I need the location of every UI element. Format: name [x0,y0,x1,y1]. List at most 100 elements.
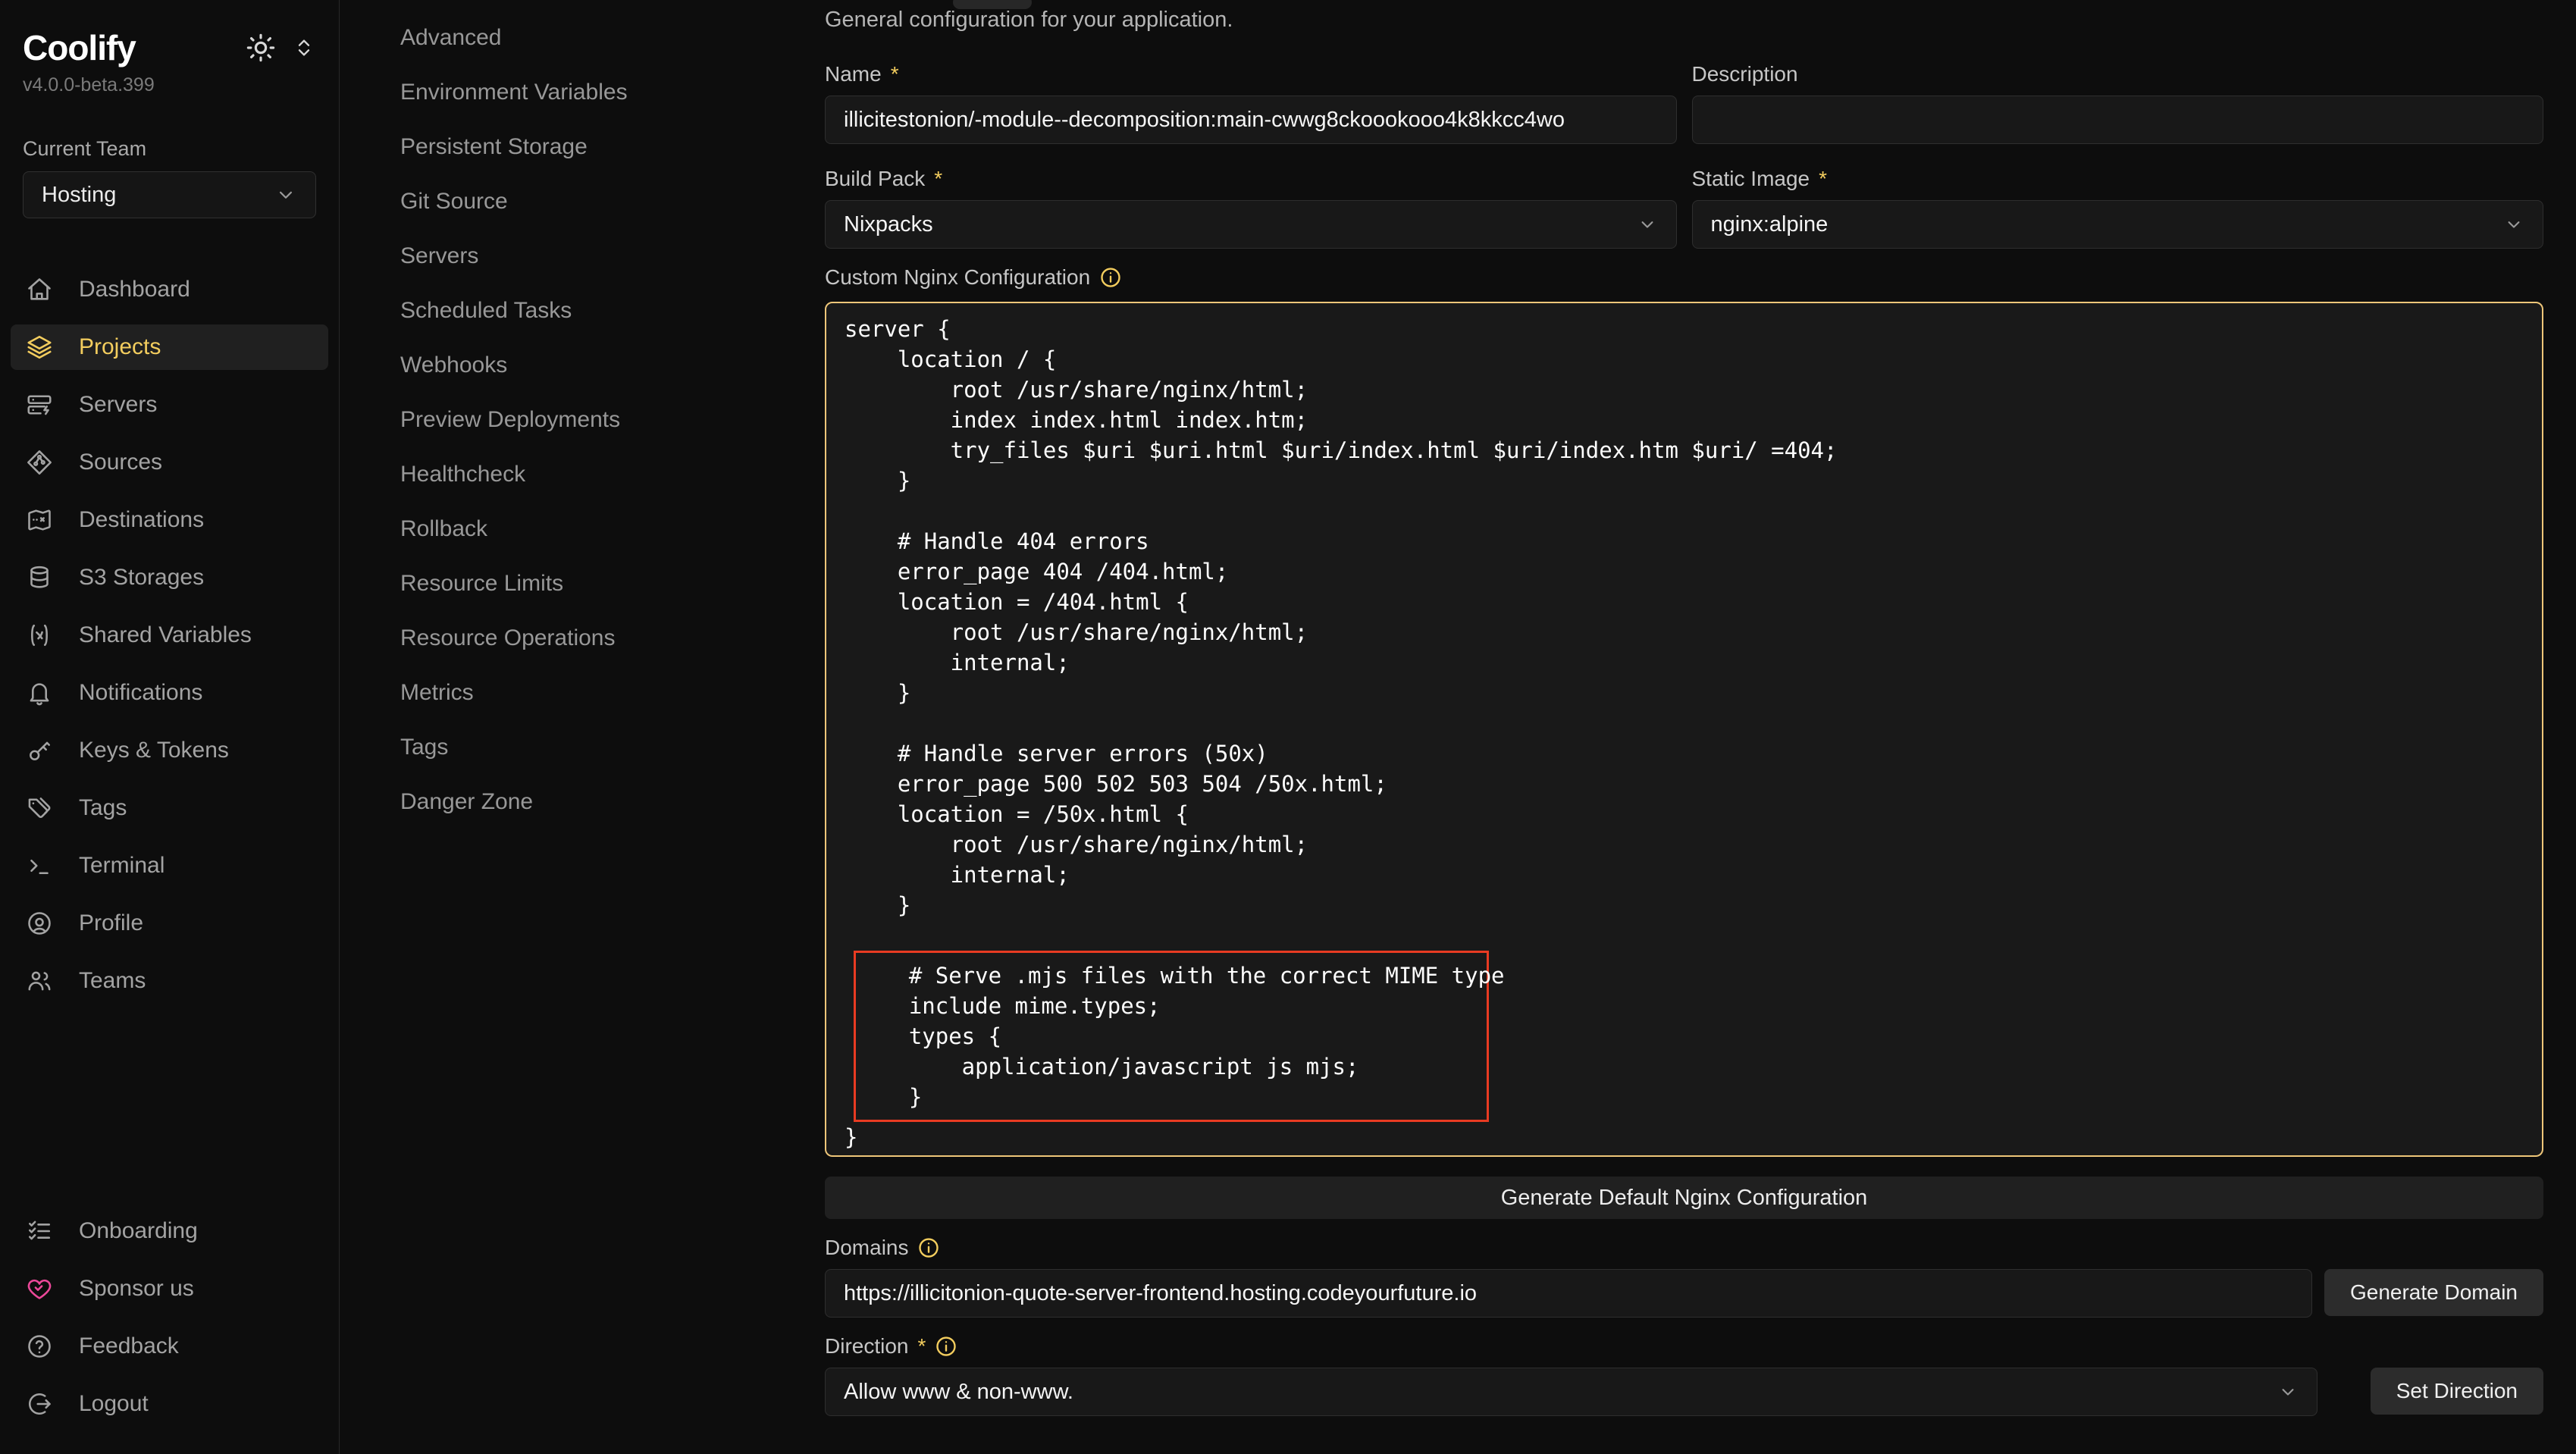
code-line: try_files $uri $uri.html $uri/index.html… [845,435,2527,465]
code-line: index index.html index.htm; [845,405,2527,435]
settings-subnav: AdvancedEnvironment VariablesPersistent … [340,0,825,1454]
code-line: server { [845,314,2527,344]
generate-default-nginx-button[interactable]: Generate Default Nginx Configuration [825,1177,2543,1219]
sidebar-item-notifications[interactable]: Notifications [11,670,328,716]
sidebar-item-shared-variables[interactable]: Shared Variables [11,613,328,658]
help-icon [26,1333,53,1360]
code-line: } [845,1122,2527,1152]
domains-input[interactable] [825,1269,2312,1318]
subnav-item-servers[interactable]: Servers [400,229,802,284]
subnav-item-git-source[interactable]: Git Source [400,174,802,229]
clipped-tab-artifact [953,0,1032,9]
page-subtitle: General configuration for your applicati… [825,8,2543,33]
collapse-chevrons-icon[interactable] [292,36,316,60]
chevron-down-icon [2277,1381,2299,1402]
sidebar-item-projects[interactable]: Projects [11,324,328,370]
chevron-down-icon [2503,214,2524,235]
theme-toggle-sun-icon[interactable] [245,32,277,64]
subnav-item-danger-zone[interactable]: Danger Zone [400,775,802,829]
sidebar-item-label: Keys & Tokens [79,738,229,763]
description-input[interactable] [1692,96,2544,144]
subnav-item-healthcheck[interactable]: Healthcheck [400,447,802,502]
subnav-item-webhooks[interactable]: Webhooks [400,338,802,393]
sidebar-item-label: Profile [79,910,143,936]
sidebar-item-label: Projects [79,334,161,360]
code-line: root /usr/share/nginx/html; [845,829,2527,860]
subnav-item-advanced[interactable]: Advanced [400,11,802,65]
code-line: } [845,465,2527,496]
code-line: root /usr/share/nginx/html; [845,617,2527,647]
code-line: } [845,890,2527,920]
static-image-label: Static Image* [1692,164,2544,194]
servers-icon [26,391,53,418]
info-icon[interactable] [935,1335,957,1358]
mime-type-highlight-box: # Serve .mjs files with the correct MIME… [854,951,1489,1122]
build-pack-select[interactable]: Nixpacks [825,200,1677,249]
code-line: internal; [845,647,2527,678]
static-image-select[interactable]: nginx:alpine [1692,200,2544,249]
sidebar-item-destinations[interactable]: Destinations [11,497,328,543]
subnav-item-resource-limits[interactable]: Resource Limits [400,556,802,611]
sidebar-item-label: Terminal [79,853,165,879]
subnav-item-tags[interactable]: Tags [400,720,802,775]
nginx-config-editor[interactable]: server { location / { root /usr/share/ng… [825,302,2543,1157]
sidebar-item-terminal[interactable]: Terminal [11,843,328,888]
subnav-item-resource-operations[interactable]: Resource Operations [400,611,802,666]
sidebar-item-tags[interactable]: Tags [11,785,328,831]
subnav-item-rollback[interactable]: Rollback [400,502,802,556]
sidebar-item-label: Servers [79,392,157,418]
direction-select[interactable]: Allow www & non-www. [825,1368,2317,1416]
code-line [845,920,2527,951]
required-marker: * [1819,167,1827,191]
chevron-down-icon [1637,214,1658,235]
sidebar-item-label: Shared Variables [79,622,252,648]
code-line: location / { [845,344,2527,374]
current-team-label: Current Team [11,137,328,161]
direction-label: Direction* [825,1331,2543,1362]
logout-icon [26,1390,53,1418]
custom-nginx-label: Custom Nginx Configuration [825,262,2543,293]
code-line [845,708,2527,738]
generate-domain-button[interactable]: Generate Domain [2324,1269,2543,1316]
subnav-item-preview-deployments[interactable]: Preview Deployments [400,393,802,447]
sidebar-item-sponsor-us[interactable]: Sponsor us [11,1266,328,1311]
sidebar-item-servers[interactable]: Servers [11,382,328,428]
code-line: location = /404.html { [845,587,2527,617]
sidebar-item-label: Onboarding [79,1218,198,1244]
sidebar-item-dashboard[interactable]: Dashboard [11,267,328,312]
subnav-item-scheduled-tasks[interactable]: Scheduled Tasks [400,284,802,338]
team-select[interactable]: Hosting [23,171,316,218]
nginx-config-code: server { location / { root /usr/share/ng… [845,314,2527,1152]
sidebar-item-s3-storages[interactable]: S3 Storages [11,555,328,600]
description-label: Description [1692,59,2544,89]
set-direction-button[interactable]: Set Direction [2371,1368,2543,1415]
sidebar-item-teams[interactable]: Teams [11,958,328,1004]
info-icon[interactable] [1099,266,1122,289]
subnav-item-persistent-storage[interactable]: Persistent Storage [400,120,802,174]
build-pack-label: Build Pack* [825,164,1677,194]
braces-x-icon [26,622,53,649]
name-label: Name* [825,59,1677,89]
sidebar-item-sources[interactable]: Sources [11,440,328,485]
sidebar-item-onboarding[interactable]: Onboarding [11,1208,328,1254]
name-input[interactable] [825,96,1677,144]
app-logo: Coolify [23,27,136,68]
sidebar-item-label: Notifications [79,680,202,706]
sidebar-item-feedback[interactable]: Feedback [11,1324,328,1369]
users-icon [26,967,53,995]
main-content: General configuration for your applicati… [825,0,2576,1454]
sidebar-item-logout[interactable]: Logout [11,1381,328,1427]
heart-icon [26,1275,53,1302]
info-icon[interactable] [917,1236,940,1259]
code-line: # Serve .mjs files with the correct MIME… [856,960,1487,991]
sidebar-item-label: Dashboard [79,277,190,302]
subnav-item-metrics[interactable]: Metrics [400,666,802,720]
code-line [845,496,2527,526]
sidebar-item-keys-tokens[interactable]: Keys & Tokens [11,728,328,773]
checklist-icon [26,1217,53,1245]
subnav-item-environment-variables[interactable]: Environment Variables [400,65,802,120]
sidebar-item-profile[interactable]: Profile [11,901,328,946]
code-line: error_page 404 /404.html; [845,556,2527,587]
code-line: # Handle server errors (50x) [845,738,2527,769]
map-icon [26,506,53,534]
